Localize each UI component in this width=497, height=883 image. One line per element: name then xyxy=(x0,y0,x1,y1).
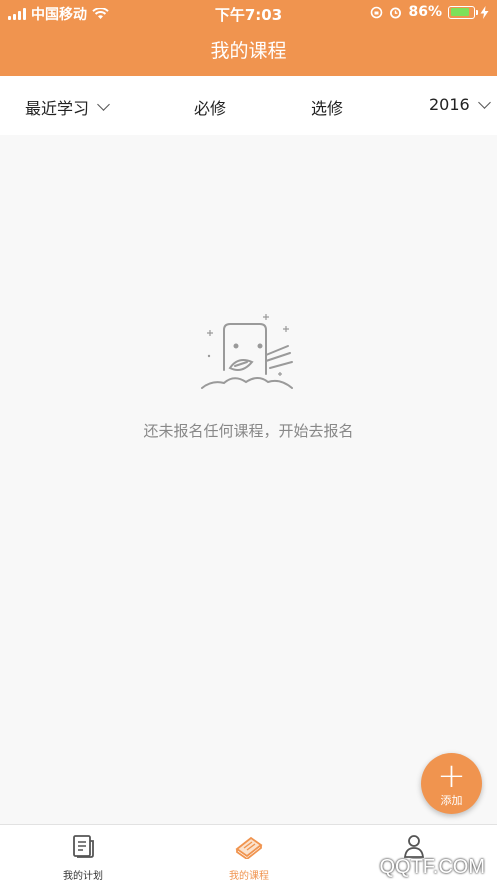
chevron-down-icon xyxy=(477,95,491,109)
battery-fill xyxy=(450,8,470,16)
tab-my-courses-label: 我的课程 xyxy=(229,871,269,882)
plan-icon xyxy=(73,835,94,858)
year-dropdown[interactable]: 2016 xyxy=(429,95,491,114)
battery-percent: 86% xyxy=(408,4,442,20)
plus-icon: + xyxy=(437,756,466,796)
year-label: 2016 xyxy=(429,95,470,114)
elective-label: 选修 xyxy=(311,99,344,118)
watermark-text: QQTF.COM xyxy=(379,856,485,878)
empty-message: 还未报名任何课程，开始去报名 xyxy=(143,422,354,440)
elective-filter[interactable]: 选修 xyxy=(311,95,343,119)
tab-my-plan-label: 我的计划 xyxy=(63,871,103,882)
add-button[interactable]: + 添加 xyxy=(421,753,482,814)
filter-bar: 最近学习 必修 选修 2016 xyxy=(0,76,497,135)
tab-my-plan[interactable]: 我的计划 xyxy=(23,833,143,882)
required-filter[interactable]: 必修 xyxy=(194,95,226,119)
tab-my-courses[interactable]: 我的课程 xyxy=(189,833,309,882)
page-title: 我的课程 xyxy=(210,40,287,62)
battery-icon xyxy=(448,5,489,19)
empty-state xyxy=(0,310,497,404)
alarm-icon xyxy=(390,7,402,18)
recent-study-label: 最近学习 xyxy=(25,99,90,118)
chevron-down-icon xyxy=(97,98,110,111)
course-book-icon xyxy=(235,836,263,861)
required-label: 必修 xyxy=(194,99,227,118)
app-header: 中国移动 下午7:03 86% 我的课程 xyxy=(0,0,497,76)
recent-study-dropdown[interactable]: 最近学习 xyxy=(25,95,110,119)
add-button-label: 添加 xyxy=(440,794,463,807)
status-bar: 中国移动 下午7:03 86% xyxy=(0,0,497,26)
orientation-lock-icon xyxy=(371,6,383,18)
charging-icon xyxy=(480,5,489,19)
status-right: 86% xyxy=(370,4,489,20)
empty-box-illustration-icon xyxy=(200,314,293,389)
